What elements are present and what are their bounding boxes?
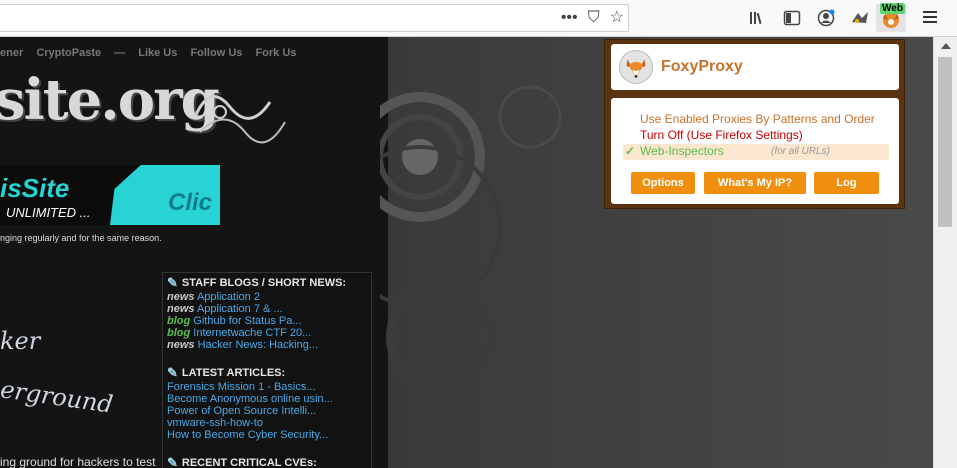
scroll-thumb[interactable] bbox=[938, 57, 952, 227]
nav-link[interactable]: ener bbox=[0, 47, 23, 59]
page-actions-icon[interactable]: ••• bbox=[561, 5, 578, 31]
log-button[interactable]: Log bbox=[814, 172, 879, 194]
nav-link-like-us[interactable]: Like Us bbox=[138, 47, 177, 59]
latest-articles-section: ✎ LATEST ARTICLES: Forensics Mission 1 - … bbox=[167, 365, 333, 441]
list-item[interactable]: blog Github for Status Pa... bbox=[167, 315, 346, 327]
list-item[interactable]: news Application 2 bbox=[167, 291, 346, 303]
list-item[interactable]: blog Internetwache CTF 20... bbox=[167, 327, 346, 339]
mode-patterns[interactable]: Use Enabled Proxies By Patterns and Orde… bbox=[640, 112, 875, 126]
tracking-icon[interactable] bbox=[850, 8, 870, 28]
article-link[interactable]: Power of Open Source Intelli... bbox=[167, 405, 333, 417]
reader-sidebar-icon[interactable] bbox=[782, 8, 802, 28]
cve-section: ✎ RECENT CRITICAL CVEs: bbox=[167, 455, 317, 468]
pencil-icon: ✎ bbox=[167, 365, 178, 380]
article-link[interactable]: How to Become Cyber Security... bbox=[167, 429, 333, 441]
nav-link-fork-us[interactable]: Fork Us bbox=[255, 47, 296, 59]
whats-my-ip-button[interactable]: What's My IP? bbox=[704, 172, 806, 194]
foxyproxy-popup: FoxyProxy Use Enabled Proxies By Pattern… bbox=[604, 39, 905, 209]
decorative-circles bbox=[380, 85, 562, 391]
popup-title: FoxyProxy bbox=[661, 58, 743, 75]
scroll-up-arrow-icon[interactable] bbox=[941, 43, 951, 49]
pocket-icon[interactable]: ⛉ bbox=[588, 5, 600, 31]
section-heading: ✎ STAFF BLOGS / SHORT NEWS: bbox=[167, 275, 347, 290]
article-link[interactable]: vmware-ssh-how-to bbox=[167, 417, 333, 429]
nav-link-cryptopaste[interactable]: CryptoPaste bbox=[36, 47, 101, 59]
fox-logo-icon bbox=[619, 50, 653, 84]
list-item[interactable]: news Application 7 & ... bbox=[167, 303, 346, 315]
bookmark-star-icon[interactable]: ☆ bbox=[610, 5, 624, 31]
url-bar[interactable]: ••• ⛉ ☆ bbox=[0, 4, 629, 32]
popup-header: FoxyProxy bbox=[611, 44, 899, 90]
tagline: nging regularly and for the same reason. bbox=[0, 233, 162, 243]
article-link[interactable]: Become Anonymous online usin... bbox=[167, 393, 333, 405]
popup-body: Use Enabled Proxies By Patterns and Orde… bbox=[611, 98, 899, 204]
proxy-name: Web-Inspectors bbox=[640, 144, 724, 158]
section-heading: ✎ LATEST ARTICLES: bbox=[167, 365, 286, 380]
proxy-scope: (for all URLs) bbox=[771, 146, 830, 157]
library-icon[interactable] bbox=[748, 8, 768, 28]
check-icon: ✓ bbox=[625, 144, 636, 158]
banner-subtitle: UNLIMITED ... bbox=[6, 205, 91, 220]
mode-turn-off[interactable]: Turn Off (Use Firefox Settings) bbox=[640, 128, 803, 142]
banner-title[interactable]: isSite bbox=[0, 173, 69, 204]
pencil-icon: ✎ bbox=[167, 455, 178, 468]
proxy-web-inspectors[interactable]: ✓ Web-Inspectors (for all URLs) bbox=[623, 144, 889, 160]
toolbar-icons bbox=[748, 0, 870, 36]
section-heading: ✎ RECENT CRITICAL CVEs: bbox=[167, 455, 317, 468]
news-panel: ✎ STAFF BLOGS / SHORT NEWS: news Applicat… bbox=[162, 272, 372, 468]
url-actions: ••• ⛉ ☆ bbox=[561, 5, 624, 31]
menu-icon[interactable] bbox=[923, 8, 939, 28]
handwriting-text-1: ker bbox=[0, 327, 41, 355]
pencil-icon: ✎ bbox=[167, 275, 178, 290]
page-scrollbar[interactable] bbox=[933, 37, 957, 468]
options-button[interactable]: Options bbox=[631, 172, 695, 194]
nav-separator: — bbox=[114, 47, 126, 59]
site-logo[interactable]: site.org bbox=[0, 67, 220, 133]
staff-blogs-section: ✎ STAFF BLOGS / SHORT NEWS: news Applicat… bbox=[167, 275, 347, 351]
extension-badge: Web bbox=[880, 3, 905, 14]
account-icon[interactable] bbox=[816, 8, 836, 28]
nav-link-follow-us[interactable]: Follow Us bbox=[190, 47, 242, 59]
banner-click-text[interactable]: Clic bbox=[168, 189, 212, 217]
logo-swirl-decoration bbox=[193, 95, 286, 144]
list-item[interactable]: news Hacker News: Hacking... bbox=[167, 339, 346, 351]
article-link[interactable]: Forensics Mission 1 - Basics... bbox=[167, 381, 333, 393]
intro-text: ing ground for hackers to test bbox=[0, 455, 156, 468]
top-nav: ener CryptoPaste — Like Us Follow Us For… bbox=[0, 47, 306, 59]
browser-toolbar: ••• ⛉ ☆ Web bbox=[0, 0, 957, 37]
